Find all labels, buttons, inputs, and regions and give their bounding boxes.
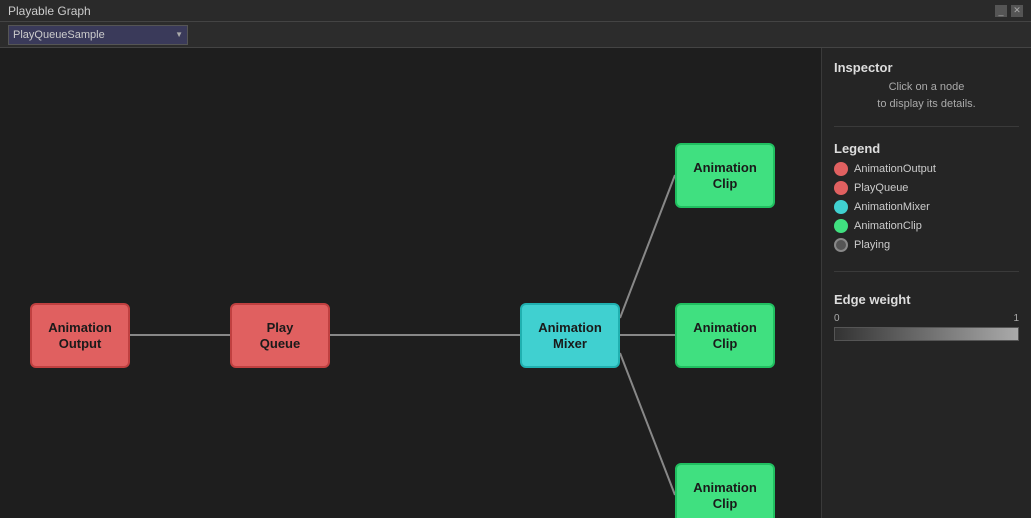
node-play-queue[interactable]: PlayQueue	[230, 303, 330, 368]
node-animation-output-label: AnimationOutput	[48, 320, 112, 351]
title-bar: Playable Graph _ ✕	[0, 0, 1031, 22]
node-animation-clip-bot-label: AnimationClip	[693, 480, 757, 511]
main-area: AnimationOutput PlayQueue AnimationMixer…	[0, 48, 1031, 518]
node-animation-clip-mid[interactable]: AnimationClip	[675, 303, 775, 368]
legend-item-animation-mixer: AnimationMixer	[834, 200, 1019, 214]
sidebar: Inspector Click on a nodeto display its …	[821, 48, 1031, 518]
node-animation-clip-bot[interactable]: AnimationClip	[675, 463, 775, 518]
legend-item-play-queue: PlayQueue	[834, 181, 1019, 195]
toolbar: PlayQueueSample ▼	[0, 22, 1031, 48]
legend-title: Legend	[834, 141, 1019, 156]
edge-weight-max: 1	[1013, 313, 1019, 324]
inspector-title: Inspector	[834, 60, 1019, 75]
title-bar-controls: _ ✕	[995, 5, 1023, 17]
divider-2	[834, 271, 1019, 272]
legend-dot-animation-output	[834, 162, 848, 176]
legend-dot-animation-mixer	[834, 200, 848, 214]
legend-section: Legend AnimationOutput PlayQueue Animati…	[834, 141, 1019, 257]
node-animation-clip-top[interactable]: AnimationClip	[675, 143, 775, 208]
edge-weight-labels: 0 1	[834, 313, 1019, 324]
dropdown-value: PlayQueueSample	[13, 29, 105, 41]
close-button[interactable]: ✕	[1011, 5, 1023, 17]
inspector-message: Click on a nodeto display its details.	[834, 79, 1019, 112]
node-play-queue-label: PlayQueue	[260, 320, 300, 351]
node-animation-mixer-label: AnimationMixer	[538, 320, 602, 351]
divider-1	[834, 126, 1019, 127]
legend-item-animation-output: AnimationOutput	[834, 162, 1019, 176]
legend-item-playing: Playing	[834, 238, 1019, 252]
node-animation-clip-mid-label: AnimationClip	[693, 320, 757, 351]
inspector-section: Inspector Click on a nodeto display its …	[834, 60, 1019, 112]
node-animation-clip-top-label: AnimationClip	[693, 160, 757, 191]
minimize-button[interactable]: _	[995, 5, 1007, 17]
legend-dot-playing	[834, 238, 848, 252]
edge-weight-section: Edge weight 0 1	[834, 286, 1019, 341]
graph-area[interactable]: AnimationOutput PlayQueue AnimationMixer…	[0, 48, 821, 518]
legend-item-animation-clip: AnimationClip	[834, 219, 1019, 233]
edge-weight-title: Edge weight	[834, 292, 1019, 307]
legend-dot-animation-clip	[834, 219, 848, 233]
legend-label-animation-mixer: AnimationMixer	[854, 201, 930, 213]
graph-dropdown[interactable]: PlayQueueSample ▼	[8, 25, 188, 45]
graph-svg	[0, 48, 821, 518]
title-bar-text: Playable Graph	[8, 4, 91, 18]
edge-weight-min: 0	[834, 313, 840, 324]
chevron-down-icon: ▼	[175, 30, 183, 39]
legend-dot-play-queue	[834, 181, 848, 195]
edge-weight-bar	[834, 327, 1019, 341]
legend-label-playing: Playing	[854, 239, 890, 251]
node-animation-mixer[interactable]: AnimationMixer	[520, 303, 620, 368]
legend-label-play-queue: PlayQueue	[854, 182, 908, 194]
legend-label-animation-clip: AnimationClip	[854, 220, 922, 232]
legend-label-animation-output: AnimationOutput	[854, 163, 936, 175]
node-animation-output[interactable]: AnimationOutput	[30, 303, 130, 368]
